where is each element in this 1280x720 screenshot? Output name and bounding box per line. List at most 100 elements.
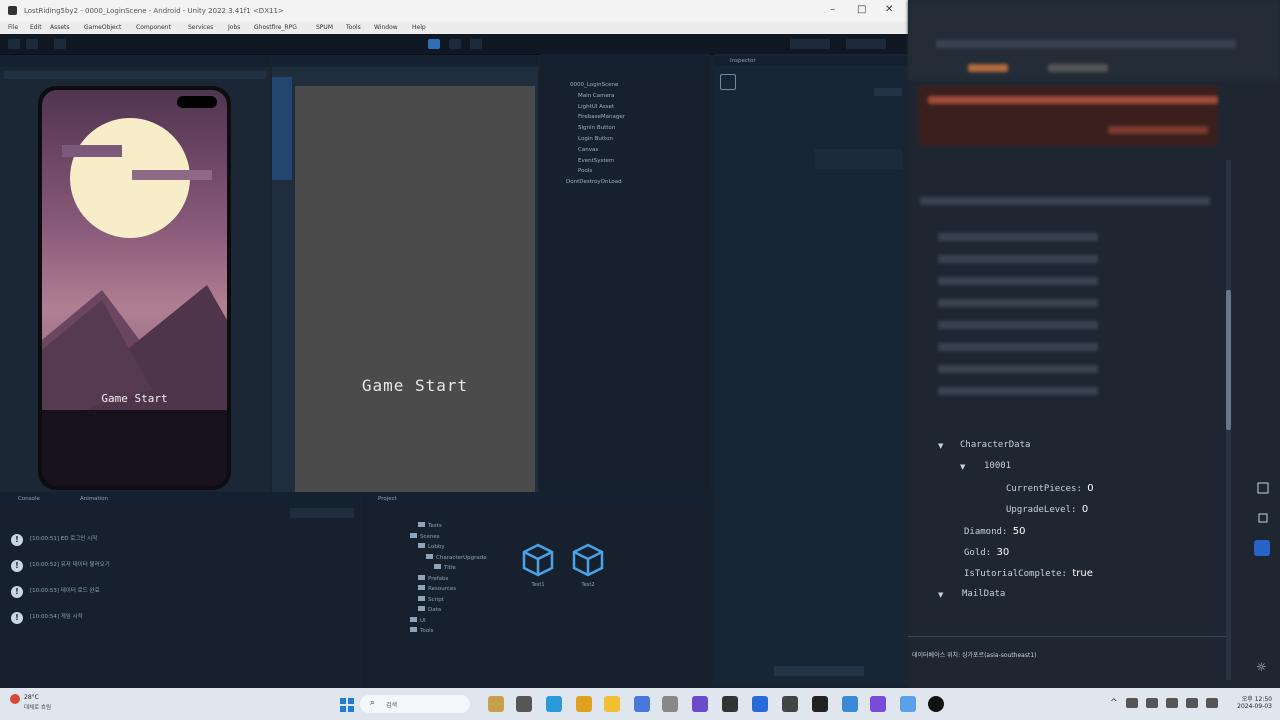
- app-icon[interactable]: [928, 696, 944, 712]
- tools-overlay[interactable]: [272, 77, 292, 180]
- app-icon[interactable]: [692, 696, 708, 712]
- play-button[interactable]: [428, 39, 440, 49]
- expand-window-icon[interactable]: [1256, 510, 1270, 524]
- settings-icon[interactable]: ☼: [1256, 660, 1270, 674]
- battery-icon[interactable]: [1206, 698, 1218, 708]
- character-id-label[interactable]: 10001: [984, 461, 1011, 471]
- volume-icon[interactable]: [1186, 698, 1198, 708]
- simulator-tab-header[interactable]: [0, 56, 270, 66]
- project-asset[interactable]: Test2: [570, 542, 610, 592]
- menu-item-edit[interactable]: Edit: [30, 24, 42, 31]
- tutorial-row[interactable]: IsTutorialComplete: true: [964, 568, 1093, 579]
- account-button[interactable]: [8, 39, 20, 49]
- edge-icon[interactable]: [546, 696, 562, 712]
- kakaotalk-icon[interactable]: [604, 696, 620, 712]
- hierarchy-item[interactable]: FirebaseManager: [578, 114, 625, 120]
- tab-animation[interactable]: Animation: [80, 496, 108, 502]
- step-button[interactable]: [470, 39, 482, 49]
- asset-dropdown[interactable]: [774, 666, 864, 676]
- game-tab-header[interactable]: [272, 56, 538, 66]
- app-icon[interactable]: [900, 696, 916, 712]
- menu-item-spum[interactable]: SPUM: [316, 24, 333, 31]
- tray-app-icon[interactable]: [1126, 698, 1138, 708]
- project-folder-item[interactable]: Data: [418, 606, 441, 613]
- hierarchy-item[interactable]: Main Camera: [578, 93, 614, 99]
- github-icon[interactable]: [782, 696, 798, 712]
- chrome-icon[interactable]: [634, 696, 650, 712]
- close-icon[interactable]: ✕: [885, 4, 893, 15]
- upgrade-level-row[interactable]: UpgradeLevel: 0: [1006, 504, 1088, 515]
- app-icon[interactable]: [842, 696, 858, 712]
- version-control-button[interactable]: [54, 39, 66, 49]
- menu-item-assets[interactable]: Assets: [50, 24, 70, 31]
- gold-row[interactable]: Gold: 30: [964, 547, 1009, 558]
- console-entry[interactable]: ! [10:00:53] 데이터 로드 완료: [8, 582, 350, 604]
- wifi-icon[interactable]: [1166, 698, 1178, 708]
- hierarchy-item[interactable]: SignIn Button: [578, 125, 615, 131]
- clock[interactable]: 오후 12:50 2024-09-03: [1226, 694, 1272, 710]
- edit-icon[interactable]: [1256, 480, 1270, 494]
- console-entry[interactable]: ! [10:00:51] ED 로그인 시작: [8, 530, 350, 552]
- project-folder-item[interactable]: Prefabs: [418, 574, 448, 582]
- layers-dropdown[interactable]: [790, 39, 830, 49]
- tab-project[interactable]: Project: [378, 496, 397, 502]
- open-button[interactable]: [874, 88, 902, 96]
- property-field[interactable]: [814, 149, 902, 169]
- expand-icon[interactable]: ▼: [938, 591, 943, 599]
- tab-inspector[interactable]: Inspector: [730, 58, 756, 64]
- project-folder-item[interactable]: Resources: [418, 585, 456, 592]
- task-view-icon[interactable]: [516, 696, 532, 712]
- tray-app-icon[interactable]: [1146, 698, 1158, 708]
- console-entry[interactable]: ! [10:00:52] 유저 데이터 불러오기: [8, 556, 350, 578]
- weather-widget[interactable]: 28°C 대체로 흐림: [10, 694, 51, 714]
- character-data-label[interactable]: CharacterData: [960, 440, 1030, 450]
- project-folder-item[interactable]: UI: [410, 616, 426, 624]
- hierarchy-item[interactable]: DontDestroyOnLoad: [566, 179, 622, 185]
- project-folder-item[interactable]: Title: [434, 564, 456, 571]
- project-folder-item[interactable]: Tools: [410, 627, 434, 634]
- scrollbar-track[interactable]: [1226, 160, 1231, 680]
- menu-item-services[interactable]: Services: [188, 24, 213, 31]
- cloud-icon[interactable]: [26, 39, 38, 49]
- menu-item-window[interactable]: Window: [374, 24, 398, 31]
- layout-dropdown[interactable]: [846, 39, 886, 49]
- pause-button[interactable]: [449, 39, 461, 49]
- mail-data-label[interactable]: MailData: [962, 589, 1005, 599]
- maximize-icon[interactable]: □: [857, 4, 866, 15]
- game-start-label[interactable]: Game Start: [295, 376, 535, 395]
- menu-item-help[interactable]: Help: [412, 24, 426, 31]
- visual-studio-icon[interactable]: [870, 696, 886, 712]
- hierarchy-item[interactable]: LightUI Asset: [578, 104, 614, 110]
- hierarchy-item[interactable]: Login Button: [578, 136, 613, 142]
- menu-item-ghostfire-rpg[interactable]: Ghostfire_RPG: [254, 24, 297, 31]
- unity-icon[interactable]: [812, 696, 828, 712]
- project-folder-item[interactable]: Lobby: [418, 543, 445, 550]
- current-pieces-row[interactable]: CurrentPieces: 0: [1006, 483, 1094, 494]
- scrollbar-thumb[interactable]: [1226, 290, 1231, 430]
- project-folder-item[interactable]: CharacterUpgrade: [426, 553, 487, 561]
- project-folder-item[interactable]: Tests: [418, 522, 442, 529]
- tab-console[interactable]: Console: [18, 496, 40, 502]
- menu-item-component[interactable]: Component: [136, 24, 171, 31]
- app-icon[interactable]: [722, 696, 738, 712]
- console-entry[interactable]: ! [10:00:54] 게임 시작: [8, 608, 350, 630]
- minimize-icon[interactable]: –: [830, 4, 835, 15]
- file-explorer-icon[interactable]: [576, 696, 592, 712]
- tray-chevron-icon[interactable]: ^: [1110, 698, 1118, 708]
- hierarchy-tab-header[interactable]: [540, 56, 710, 66]
- menu-item-tools[interactable]: Tools: [346, 24, 361, 31]
- discord-icon[interactable]: [1254, 540, 1270, 556]
- taskbar-search-input[interactable]: ⌕ 검색: [360, 695, 470, 713]
- app-icon[interactable]: [752, 696, 768, 712]
- hierarchy-item[interactable]: 0000_LoginScene: [570, 82, 618, 88]
- diamond-row[interactable]: Diamond: 50: [964, 526, 1026, 537]
- project-asset[interactable]: Test1: [520, 542, 560, 592]
- console-search-input[interactable]: [290, 508, 354, 518]
- project-folder-item[interactable]: Script: [418, 595, 444, 603]
- app-icon[interactable]: [488, 696, 504, 712]
- hierarchy-item[interactable]: Canvas: [578, 147, 598, 153]
- hierarchy-item[interactable]: Pools: [578, 168, 592, 174]
- expand-icon[interactable]: ▼: [938, 442, 943, 450]
- menu-item-jobs[interactable]: Jobs: [228, 24, 240, 31]
- hierarchy-item[interactable]: EventSystem: [578, 158, 614, 164]
